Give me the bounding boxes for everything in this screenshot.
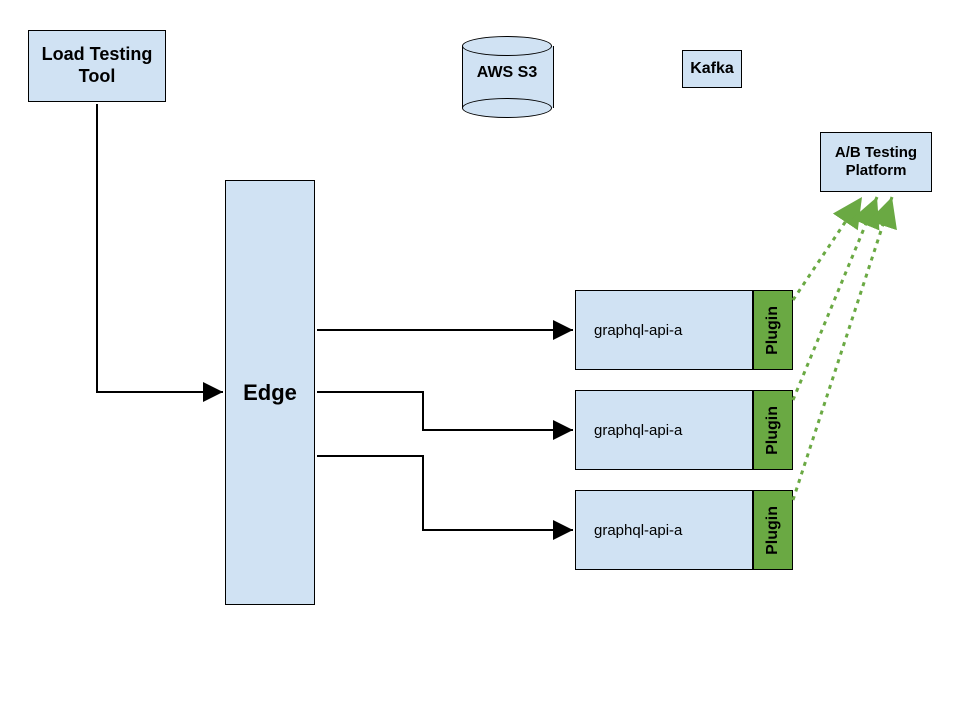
arrow-edge-to-api3 [317,456,573,530]
plugin-label-2: Plugin [764,406,782,455]
plugin-node-3: Plugin [753,490,793,570]
arrow-plugin3-to-ab [793,197,892,500]
edge-node: Edge [225,180,315,605]
arrow-plugin2-to-ab [793,197,877,400]
kafka-node: Kafka [682,50,742,88]
kafka-label: Kafka [690,60,734,78]
graphql-api-node-1: graphql-api-a [575,290,753,370]
graphql-api-label-3: graphql-api-a [594,522,682,539]
arrow-loadtool-to-edge [97,104,223,392]
graphql-api-node-2: graphql-api-a [575,390,753,470]
plugin-node-2: Plugin [753,390,793,470]
arrow-edge-to-api2 [317,392,573,430]
plugin-node-1: Plugin [753,290,793,370]
edge-label: Edge [243,380,297,406]
cylinder-bottom [462,98,552,118]
ab-testing-platform-label: A/B Testing Platform [821,144,931,180]
graphql-api-label-1: graphql-api-a [594,322,682,339]
load-testing-tool-label: Load Testing Tool [29,44,165,87]
aws-s3-node: AWS S3 [462,36,552,118]
graphql-api-node-3: graphql-api-a [575,490,753,570]
plugin-label-1: Plugin [764,306,782,355]
load-testing-tool-node: Load Testing Tool [28,30,166,102]
aws-s3-label: AWS S3 [462,64,552,82]
graphql-api-label-2: graphql-api-a [594,422,682,439]
plugin-label-3: Plugin [764,506,782,555]
arrow-plugin1-to-ab [793,197,862,300]
ab-testing-platform-node: A/B Testing Platform [820,132,932,192]
cylinder-top [462,36,552,56]
